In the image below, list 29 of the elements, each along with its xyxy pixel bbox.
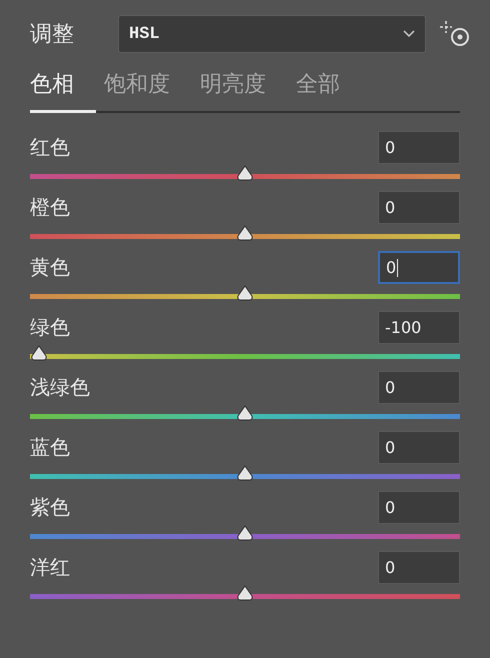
value-field[interactable]: 0	[378, 131, 460, 164]
caret-icon	[403, 30, 415, 38]
slider-thumb[interactable]	[30, 345, 48, 362]
value-field[interactable]: -100	[378, 311, 460, 344]
slider-label: 洋红	[30, 554, 70, 582]
slider-label: 橙色	[30, 194, 70, 222]
value-field[interactable]: 0	[378, 551, 460, 584]
slider-label: 绿色	[30, 314, 70, 342]
tab[interactable]: 色相	[30, 72, 96, 114]
slider-thumb[interactable]	[236, 165, 254, 182]
mode-dropdown[interactable]: HSL	[118, 15, 426, 53]
value-field[interactable]: 0	[378, 251, 460, 284]
value-field[interactable]: 0	[378, 431, 460, 464]
slider-label: 蓝色	[30, 434, 70, 462]
slider-thumb[interactable]	[236, 285, 254, 302]
target-adjust-icon[interactable]	[438, 19, 472, 49]
value-field[interactable]: 0	[378, 371, 460, 404]
slider-label: 红色	[30, 134, 70, 162]
adjust-label: 调整	[30, 21, 75, 49]
slider-thumb[interactable]	[236, 225, 254, 242]
slider-label: 浅绿色	[30, 374, 90, 402]
slider-label: 黄色	[30, 254, 70, 282]
slider-thumb[interactable]	[236, 405, 254, 422]
slider-thumb[interactable]	[236, 585, 254, 602]
value-field[interactable]: 0	[378, 191, 460, 224]
slider-thumb[interactable]	[236, 465, 254, 482]
slider-thumb[interactable]	[236, 525, 254, 542]
value-field[interactable]: 0	[378, 491, 460, 524]
slider-label: 紫色	[30, 494, 70, 522]
